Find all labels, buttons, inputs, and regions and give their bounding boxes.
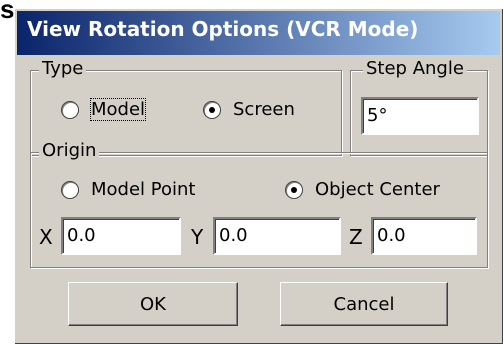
step-angle-label: Step Angle: [363, 58, 467, 80]
radio-screen-indicator[interactable]: [203, 100, 221, 119]
background-window-text: s: [0, 0, 15, 24]
z-input[interactable]: 0.0: [371, 217, 477, 255]
dialog-title: View Rotation Options (VCR Mode): [27, 17, 419, 41]
radio-model-label[interactable]: Model: [89, 98, 147, 121]
radio-object-center-label[interactable]: Object Center: [315, 179, 440, 200]
radio-object-center-indicator[interactable]: [285, 180, 303, 199]
radio-object-center[interactable]: Object Center: [285, 179, 440, 200]
step-angle-group: Step Angle 5°: [350, 58, 488, 156]
view-rotation-options-dialog: View Rotation Options (VCR Mode) Type Mo…: [14, 8, 503, 344]
radio-model-point[interactable]: Model Point: [61, 179, 195, 200]
title-bar[interactable]: View Rotation Options (VCR Mode): [17, 11, 500, 55]
y-label: Y: [191, 225, 204, 249]
radio-model-point-label[interactable]: Model Point: [91, 179, 195, 200]
y-input[interactable]: 0.0: [213, 217, 341, 255]
step-angle-input[interactable]: 5°: [361, 97, 479, 135]
radio-screen[interactable]: Screen: [203, 99, 295, 120]
radio-model-indicator[interactable]: [61, 100, 79, 119]
cancel-button[interactable]: Cancel: [280, 282, 448, 326]
radio-model[interactable]: Model: [61, 98, 147, 121]
x-input[interactable]: 0.0: [61, 217, 181, 255]
origin-group-label: Origin: [39, 140, 100, 162]
z-label: Z: [349, 225, 363, 249]
radio-model-point-indicator[interactable]: [61, 180, 79, 199]
ok-button[interactable]: OK: [68, 282, 238, 326]
x-label: X: [39, 225, 53, 249]
origin-group: Origin Model Point Object Center X 0.0 Y…: [30, 140, 488, 268]
type-group-label: Type: [39, 58, 87, 80]
radio-screen-label[interactable]: Screen: [233, 99, 295, 120]
